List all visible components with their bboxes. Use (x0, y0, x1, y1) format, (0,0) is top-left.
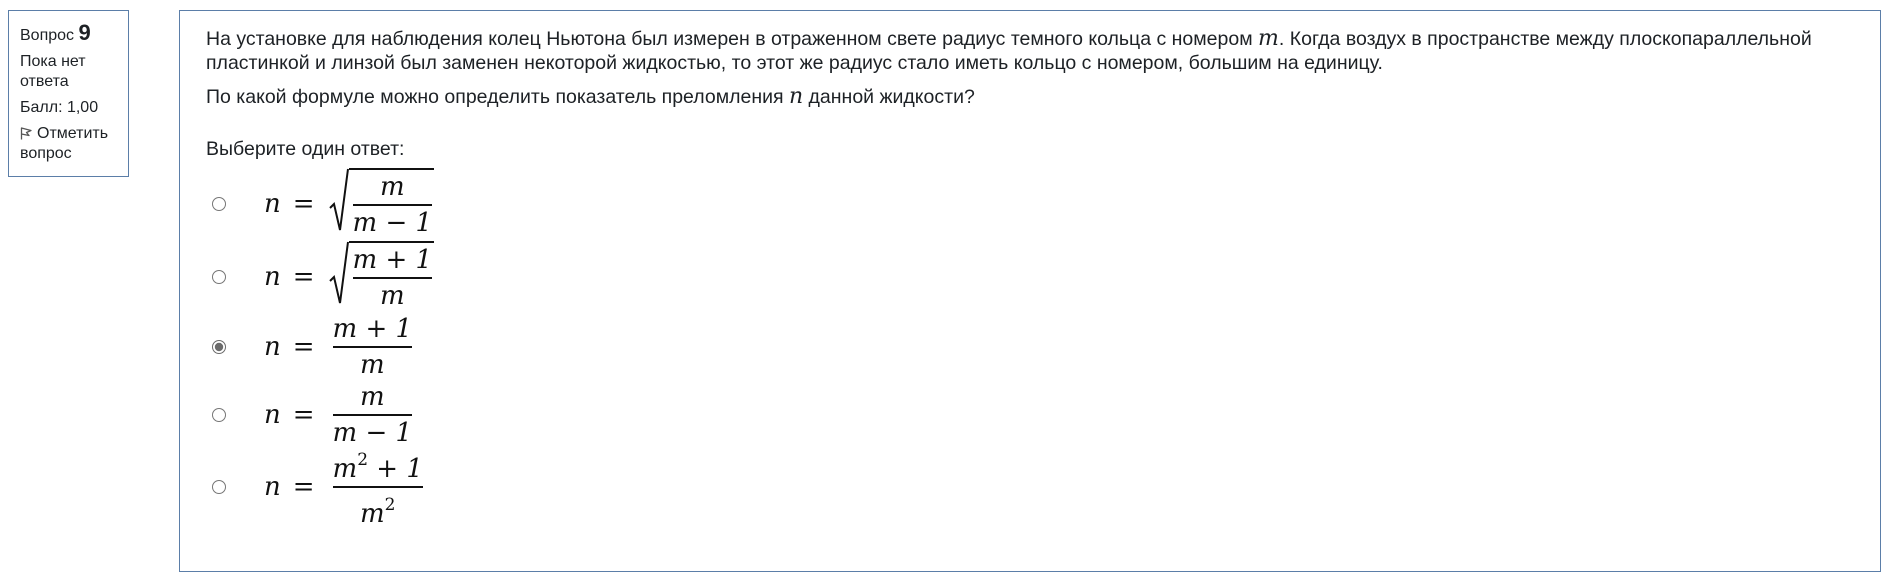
answer-option[interactable]: n = m + 1 m (212, 313, 1854, 381)
question-text-segment: По какой формуле можно определить показа… (206, 86, 789, 108)
answer-formula: n = m + 1 m (264, 312, 416, 382)
answer-option[interactable]: n = m m − 1 (212, 167, 1854, 241)
question-word: Вопрос (20, 27, 75, 44)
numerator-rest: + 1 (368, 454, 423, 484)
answer-radio[interactable] (212, 197, 226, 211)
flag-question-button[interactable]: Отметить вопрос (20, 124, 118, 164)
fraction-denominator: m − 1 (352, 208, 433, 238)
numerator-exponent: 2 (357, 450, 369, 470)
fraction-denominator: m (379, 281, 405, 311)
fraction-denominator: m2 (360, 488, 395, 531)
radical-icon (328, 168, 349, 231)
answer-radio[interactable] (212, 408, 226, 422)
variable-n: n (788, 84, 804, 109)
formula-equals: = (292, 400, 315, 430)
formula-equals: = (292, 332, 315, 362)
fraction: m m − 1 (348, 168, 435, 240)
answer-option[interactable]: n = m m − 1 (212, 381, 1854, 449)
answer-radio[interactable] (212, 270, 226, 284)
formula-lhs: n (264, 400, 281, 430)
answer-formula: n = m2 + 1 m2 (264, 443, 427, 531)
question-paragraph-1: На установке для наблюдения колец Ньютон… (206, 27, 1854, 75)
question-info-panel: Вопрос 9 Пока нет ответа Балл: 1,00 Отме… (8, 10, 129, 177)
question-text: На установке для наблюдения колец Ньютон… (206, 27, 1854, 109)
answer-option[interactable]: n = m + 1 m (212, 241, 1854, 313)
answer-prompt: Выберите один ответ: (206, 138, 405, 160)
answer-formula: n = m + 1 m (264, 241, 435, 313)
answer-radio[interactable] (212, 480, 226, 494)
denominator-base: m (359, 499, 385, 529)
sqrt-sign: m + 1 m (328, 241, 435, 313)
formula-equals: = (292, 262, 315, 292)
formula-equals: = (292, 189, 315, 219)
answer-formula: n = m m − 1 (264, 380, 416, 450)
formula-lhs: n (264, 262, 281, 292)
answer-radio-selected[interactable] (212, 340, 226, 354)
fraction-numerator: m + 1 (352, 245, 433, 275)
fraction: m + 1 m (329, 312, 417, 382)
answer-formula: n = m m − 1 (264, 168, 435, 240)
radical-icon (328, 241, 349, 304)
variable-m: m (1258, 26, 1279, 51)
question-state: Пока нет ответа (20, 53, 86, 90)
denominator-exponent: 2 (384, 495, 396, 515)
fraction: m m − 1 (329, 380, 417, 450)
answer-list: n = m m − 1 n = m + 1 m n = m + 1 m n = … (212, 167, 1854, 529)
question-paragraph-2: По какой формуле можно определить показа… (206, 85, 1854, 109)
flag-icon (20, 125, 37, 142)
question-text-segment: данной жидкости? (803, 86, 975, 108)
formula-lhs: n (264, 472, 281, 502)
fraction-denominator: m (359, 350, 385, 380)
formula-lhs: n (264, 332, 281, 362)
question-content: На установке для наблюдения колец Ньютон… (179, 10, 1881, 572)
question-number-line: Вопрос 9 (20, 20, 118, 46)
fraction-numerator: m (359, 382, 385, 412)
fraction: m2 + 1 m2 (329, 443, 427, 531)
question-grade: Балл: 1,00 (20, 99, 99, 116)
formula-lhs: n (264, 189, 281, 219)
sqrt-sign: m m − 1 (328, 168, 435, 240)
fraction: m + 1 m (348, 241, 435, 313)
fraction-numerator: m2 + 1 (333, 443, 423, 486)
formula-equals: = (292, 472, 315, 502)
fraction-numerator: m (379, 172, 405, 202)
numerator-base: m (332, 454, 358, 484)
question-text-segment: На установке для наблюдения колец Ньютон… (206, 28, 1259, 50)
fraction-numerator: m + 1 (332, 314, 413, 344)
answer-option[interactable]: n = m2 + 1 m2 (212, 449, 1854, 529)
question-number: 9 (78, 20, 91, 45)
